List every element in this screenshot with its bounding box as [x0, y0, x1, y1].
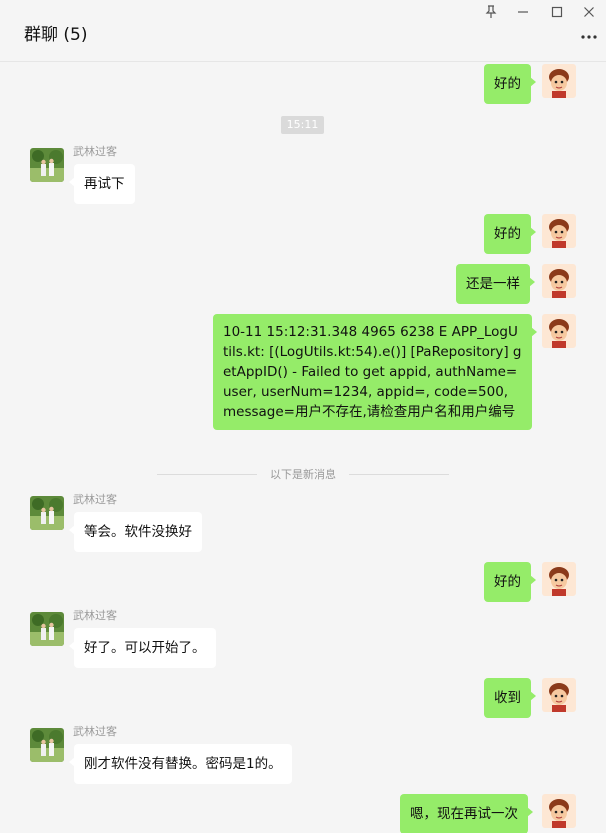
sender-name: 武林过客 [73, 609, 117, 622]
close-icon[interactable] [581, 4, 597, 20]
pin-icon[interactable] [483, 4, 499, 20]
my-avatar[interactable] [542, 562, 576, 596]
message-bubble[interactable]: 还是一样 [456, 264, 535, 304]
message-bubble[interactable]: 好的 [484, 64, 536, 104]
more-icon[interactable] [580, 28, 598, 46]
sender-name: 武林过客 [73, 493, 117, 506]
my-avatar[interactable] [542, 64, 576, 98]
sender-avatar[interactable] [30, 148, 64, 182]
new-messages-divider: 以下是新消息 [270, 468, 336, 481]
sender-avatar[interactable] [30, 728, 64, 762]
sender-avatar[interactable] [30, 496, 64, 530]
message-bubble[interactable]: 好的 [484, 214, 536, 254]
message-bubble-log[interactable]: 10-11 15:12:31.348 4965 6238 E APP_LogUt… [213, 314, 537, 430]
divider-line-left [157, 474, 257, 475]
message-bubble[interactable]: 等会。软件没换好 [69, 512, 202, 552]
sender-name: 武林过客 [73, 725, 117, 738]
message-bubble[interactable]: 好的 [484, 562, 536, 602]
my-avatar[interactable] [542, 314, 576, 348]
my-avatar[interactable] [542, 678, 576, 712]
divider-line-right [349, 474, 449, 475]
message-bubble[interactable]: 刚才软件没有替换。密码是1的。 [69, 744, 292, 784]
minimize-icon[interactable] [515, 4, 531, 20]
message-bubble[interactable]: 收到 [484, 678, 536, 718]
timestamp: 15:11 [281, 116, 324, 134]
title-bar: 群聊 (5) [0, 0, 606, 62]
message-bubble[interactable]: 再试下 [69, 164, 135, 204]
sender-name: 武林过客 [73, 145, 117, 158]
maximize-icon[interactable] [549, 4, 565, 20]
message-bubble[interactable]: 嗯，现在再试一次 [400, 794, 533, 833]
my-avatar[interactable] [542, 214, 576, 248]
chat-area[interactable]: 好的 15:11 武林过客 再试下 好的 还是一样 10-11 15:12:31… [0, 62, 606, 833]
message-bubble[interactable]: 好了。可以开始了。 [69, 628, 216, 668]
my-avatar[interactable] [542, 794, 576, 828]
my-avatar[interactable] [542, 264, 576, 298]
sender-avatar[interactable] [30, 612, 64, 646]
chat-title: 群聊 (5) [24, 25, 88, 45]
